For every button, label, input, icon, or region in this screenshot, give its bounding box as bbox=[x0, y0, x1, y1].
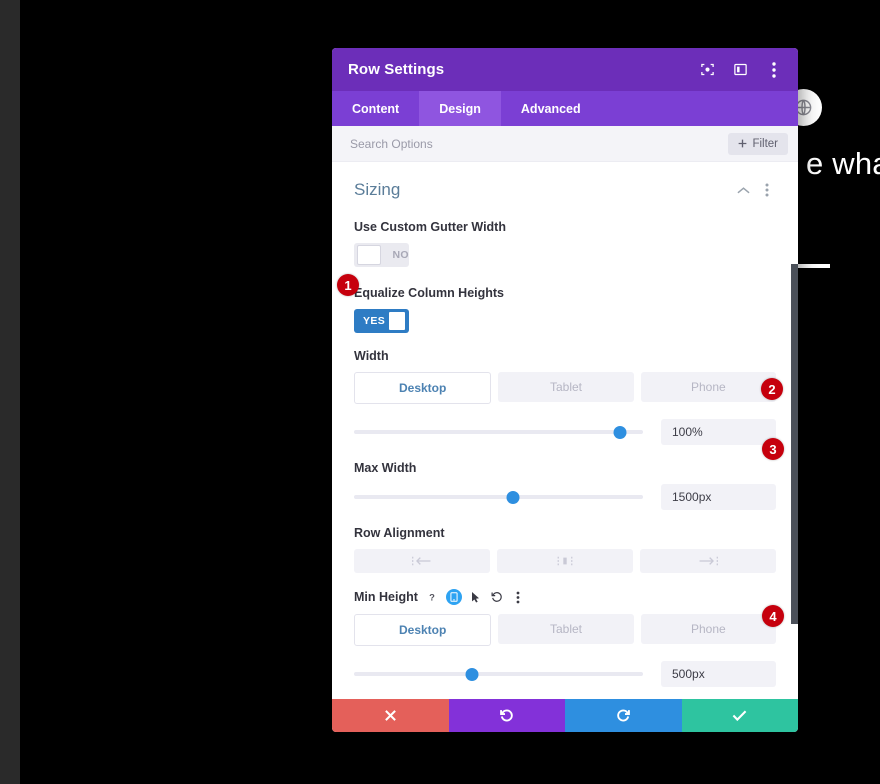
toggle-knob bbox=[357, 245, 382, 265]
preview-icon[interactable] bbox=[699, 61, 716, 78]
help-icon[interactable]: ? bbox=[425, 590, 439, 604]
chevron-up-icon[interactable] bbox=[734, 181, 752, 199]
close-icon bbox=[384, 710, 396, 721]
field-label-equalize-column-heights: Equalize Column Heights bbox=[354, 286, 505, 300]
tab-design[interactable]: Design bbox=[419, 91, 501, 126]
annotation-badge-4: 4 bbox=[762, 605, 784, 627]
slider-max-width[interactable] bbox=[354, 487, 643, 507]
undo-icon bbox=[500, 709, 514, 722]
align-center-icon[interactable] bbox=[497, 549, 633, 573]
slider-width[interactable] bbox=[354, 422, 643, 442]
undo-button[interactable] bbox=[448, 699, 565, 732]
modal-body: Sizing Use Custom Gutter Width NO Equali… bbox=[332, 162, 798, 699]
field-label-max-width: Max Width bbox=[354, 461, 417, 475]
toggle-state-label: NO bbox=[392, 249, 409, 261]
modal-tabs: Content Design Advanced bbox=[332, 91, 798, 126]
layout-panel-icon[interactable] bbox=[732, 61, 749, 78]
toggle-knob bbox=[388, 311, 406, 331]
slider-row-max-width: 1500px bbox=[354, 484, 776, 510]
min-height-more-vertical-icon[interactable] bbox=[511, 590, 525, 604]
field-label-gutter-width: Use Custom Gutter Width bbox=[354, 220, 506, 234]
redo-icon bbox=[616, 709, 630, 722]
page-title: Row Settings bbox=[348, 61, 445, 78]
row-alignment-options bbox=[354, 549, 776, 573]
background-divider bbox=[795, 264, 830, 268]
slider-track bbox=[354, 495, 643, 499]
slider-min-height[interactable] bbox=[354, 664, 643, 684]
field-max-width: Max Width 1500px bbox=[354, 461, 776, 510]
responsive-device-icon[interactable] bbox=[445, 589, 462, 605]
modal-header-icons bbox=[699, 61, 782, 78]
check-icon bbox=[732, 710, 747, 722]
row-settings-modal: Row Settings Content Design Advanced Sea… bbox=[332, 48, 798, 732]
field-width: Width Desktop Tablet Phone 100% bbox=[354, 349, 776, 445]
cancel-button[interactable] bbox=[332, 699, 449, 732]
field-label-width: Width bbox=[354, 349, 389, 363]
device-tab-phone[interactable]: Phone bbox=[640, 372, 776, 402]
modal-footer bbox=[332, 699, 798, 732]
device-tab-phone[interactable]: Phone bbox=[640, 614, 776, 644]
annotation-badge-3: 3 bbox=[762, 438, 784, 460]
device-tab-desktop[interactable]: Desktop bbox=[354, 372, 492, 404]
slider-thumb[interactable] bbox=[613, 425, 627, 439]
search-input[interactable] bbox=[348, 135, 729, 152]
plus-icon bbox=[739, 139, 747, 148]
device-tab-tablet[interactable]: Tablet bbox=[498, 372, 634, 402]
value-input-width[interactable]: 100% bbox=[661, 419, 776, 445]
modal-header: Row Settings bbox=[332, 48, 798, 91]
redo-button[interactable] bbox=[565, 699, 682, 732]
slider-thumb[interactable] bbox=[465, 667, 479, 681]
slider-thumb[interactable] bbox=[506, 490, 520, 504]
slider-track bbox=[354, 672, 643, 676]
device-tabs-width: Desktop Tablet Phone bbox=[354, 372, 776, 404]
value-input-min-height[interactable]: 500px bbox=[661, 661, 776, 687]
filter-button-label: Filter bbox=[752, 137, 778, 150]
toggle-equalize-column-heights[interactable]: YES bbox=[354, 309, 409, 333]
hover-cursor-icon[interactable] bbox=[469, 590, 483, 604]
device-tab-desktop[interactable]: Desktop bbox=[354, 614, 492, 646]
section-sizing-header: Sizing bbox=[354, 162, 776, 204]
field-equalize-column-heights: Equalize Column Heights YES bbox=[354, 286, 776, 333]
background-left-strip bbox=[0, 0, 20, 784]
vertical-scrollbar[interactable] bbox=[791, 264, 798, 624]
device-tabs-min-height: Desktop Tablet Phone bbox=[354, 614, 776, 646]
save-button[interactable] bbox=[681, 699, 798, 732]
device-tab-tablet[interactable]: Tablet bbox=[498, 614, 634, 644]
background-heading: e wha bbox=[806, 146, 880, 181]
section-title: Sizing bbox=[354, 180, 401, 199]
slider-row-width: 100% bbox=[354, 419, 776, 445]
field-gutter-width: Use Custom Gutter Width NO bbox=[354, 220, 776, 270]
annotation-badge-1: 1 bbox=[337, 274, 359, 296]
toggle-state-label: YES bbox=[363, 315, 386, 327]
slider-row-min-height: 500px bbox=[354, 661, 776, 687]
svg-text:?: ? bbox=[429, 591, 435, 602]
field-label-row-min-height: Min Height ? bbox=[354, 589, 776, 605]
tab-content[interactable]: Content bbox=[332, 91, 419, 126]
align-right-icon[interactable] bbox=[640, 549, 776, 573]
filter-button[interactable]: Filter bbox=[728, 132, 788, 155]
annotation-badge-2: 2 bbox=[761, 378, 783, 400]
field-min-height: Min Height ? Desktop Tablet Phone 500px bbox=[354, 589, 776, 687]
field-label-min-height: Min Height bbox=[354, 590, 418, 604]
search-row: Filter bbox=[332, 126, 798, 162]
field-row-alignment: Row Alignment bbox=[354, 526, 776, 573]
align-left-icon[interactable] bbox=[354, 549, 490, 573]
value-input-max-width[interactable]: 1500px bbox=[661, 484, 776, 510]
toggle-gutter-width[interactable]: NO bbox=[354, 243, 409, 267]
reset-undo-icon[interactable] bbox=[490, 590, 504, 604]
tab-advanced[interactable]: Advanced bbox=[501, 91, 601, 126]
more-vertical-icon[interactable] bbox=[765, 61, 782, 78]
field-label-row-alignment: Row Alignment bbox=[354, 526, 445, 540]
slider-track bbox=[354, 430, 643, 434]
section-more-vertical-icon[interactable] bbox=[758, 181, 776, 199]
